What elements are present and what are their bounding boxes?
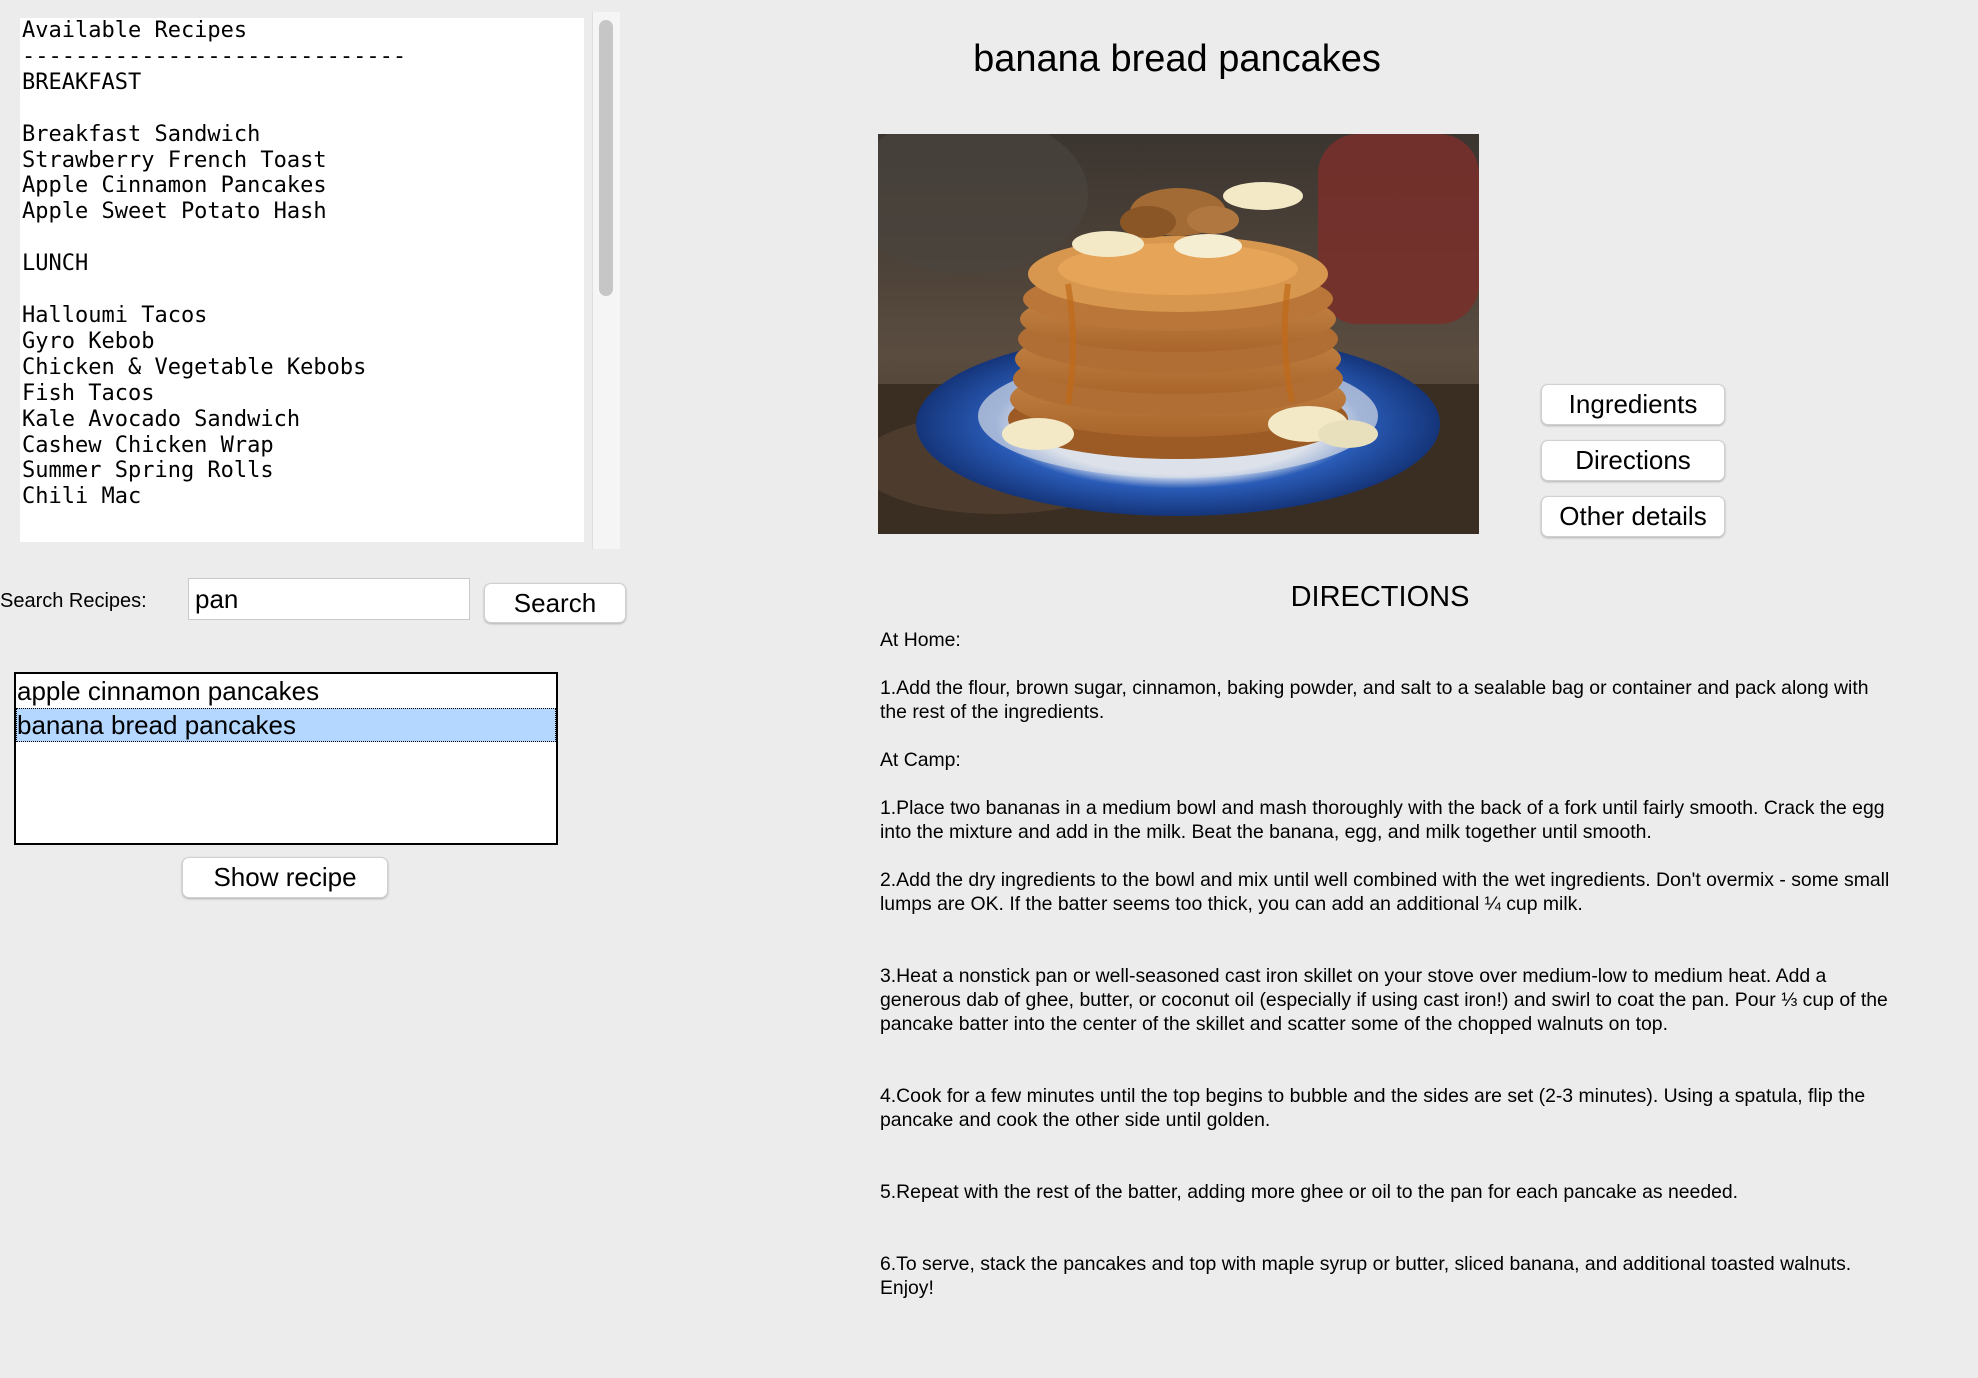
search-button[interactable]: Search — [484, 583, 626, 623]
result-item-apple-cinnamon-pancakes[interactable]: apple cinnamon pancakes — [16, 674, 556, 708]
recipe-catalog-text-area[interactable]: Available Recipes ----------------------… — [20, 18, 584, 542]
other-details-button[interactable]: Other details — [1541, 496, 1725, 537]
catalog-scrollbar[interactable] — [592, 12, 620, 549]
recipe-title: banana bread pancakes — [973, 38, 1381, 80]
directions-button[interactable]: Directions — [1541, 440, 1725, 481]
search-label: Search Recipes: — [0, 590, 147, 612]
section-heading: DIRECTIONS — [1290, 581, 1470, 613]
catalog-scrollbar-thumb[interactable] — [599, 20, 613, 296]
search-results-list[interactable]: apple cinnamon pancakes banana bread pan… — [14, 672, 558, 845]
show-recipe-button[interactable]: Show recipe — [182, 857, 388, 898]
result-item-banana-bread-pancakes[interactable]: banana bread pancakes — [16, 708, 556, 742]
search-input[interactable] — [188, 578, 470, 620]
ingredients-button[interactable]: Ingredients — [1541, 384, 1725, 425]
pancake-stack-photo-icon — [878, 134, 1479, 534]
recipe-photo — [878, 134, 1479, 534]
directions-text: At Home: 1.Add the flour, brown sugar, c… — [880, 629, 1890, 1299]
recipe-catalog-text: Available Recipes ----------------------… — [22, 18, 407, 510]
